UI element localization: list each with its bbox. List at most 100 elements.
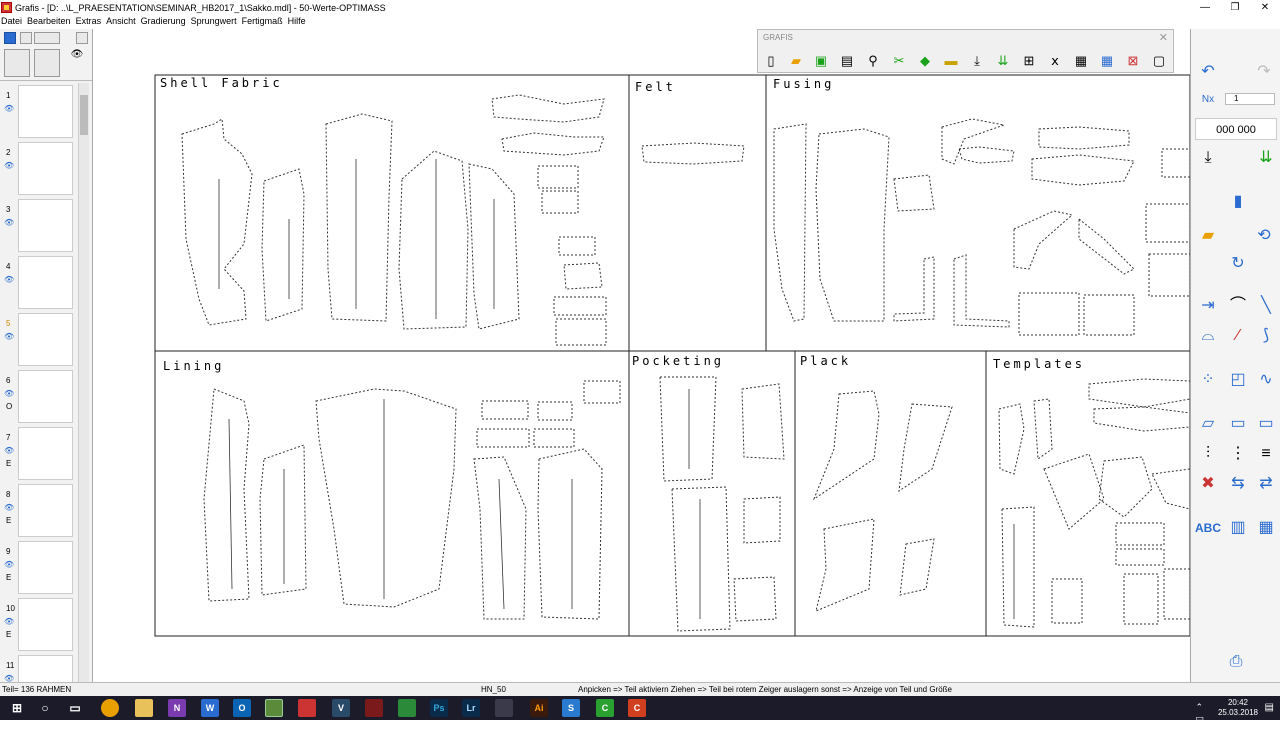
nx-field[interactable]: 1 bbox=[1225, 93, 1275, 105]
thumbnail-item[interactable]: 1 👁 bbox=[0, 83, 80, 140]
menu-ansicht[interactable]: Ansicht bbox=[105, 15, 140, 28]
minimize-button[interactable]: — bbox=[1190, 0, 1220, 15]
visibility-eye-icon[interactable]: 👁 bbox=[4, 218, 14, 227]
zoom-icon[interactable]: ⚲ bbox=[862, 51, 884, 71]
layers-icon[interactable] bbox=[34, 32, 60, 44]
text-abc-icon[interactable]: ABC bbox=[1195, 515, 1221, 541]
ruler-icon[interactable]: ▬ bbox=[940, 51, 962, 71]
word-icon[interactable]: W bbox=[201, 699, 219, 717]
thumbnail-item[interactable]: 2 👁 bbox=[0, 140, 80, 197]
arc-icon[interactable]: ⌓ bbox=[1195, 323, 1221, 349]
app-v-icon[interactable]: V bbox=[332, 699, 350, 717]
thumbnail-item[interactable]: 3 👁 bbox=[0, 197, 80, 254]
visibility-eye-icon[interactable]: 👁 bbox=[4, 503, 14, 512]
app-gray-icon[interactable] bbox=[495, 699, 513, 717]
thumbnail-preview[interactable] bbox=[18, 427, 73, 480]
visibility-eye-icon[interactable]: 👁 bbox=[4, 275, 14, 284]
download-icon[interactable]: ⤓ bbox=[966, 51, 988, 71]
menu-gradierung[interactable]: Gradierung bbox=[140, 15, 190, 28]
line-icon[interactable]: ╲ bbox=[1253, 293, 1279, 319]
menu-sprungwert[interactable]: Sprungwert bbox=[190, 15, 241, 28]
thumbnail-item[interactable]: 6 👁 O bbox=[0, 368, 80, 425]
undo-icon[interactable]: ↶ bbox=[1195, 59, 1221, 85]
windows-start-icon[interactable]: ⊞ bbox=[8, 699, 26, 717]
thumbnail-preview[interactable] bbox=[18, 598, 73, 651]
plotter-icon[interactable]: ⎙ bbox=[1223, 649, 1249, 675]
delete-icon[interactable]: ⊠ bbox=[1122, 51, 1144, 71]
thumbnail-preview[interactable] bbox=[18, 256, 73, 309]
seam-icon[interactable]: ⫶ bbox=[1195, 441, 1221, 467]
print-icon[interactable]: ▤ bbox=[836, 51, 858, 71]
app-c-red-icon[interactable]: C bbox=[628, 699, 646, 717]
thumbnail-scrollbar[interactable] bbox=[78, 83, 89, 709]
open-folder-icon[interactable]: ▰ bbox=[785, 51, 807, 71]
save-icon[interactable]: ▣ bbox=[810, 51, 832, 71]
piece-icon[interactable]: ◆ bbox=[914, 51, 936, 71]
new-file-icon[interactable]: ▯ bbox=[760, 51, 782, 71]
nx-icon[interactable]: Nx bbox=[1195, 87, 1221, 113]
explorer-icon[interactable] bbox=[135, 699, 153, 717]
notch-icon[interactable]: ⋮ bbox=[1225, 441, 1251, 467]
thumbnail-preview[interactable] bbox=[18, 484, 73, 537]
thumbnail-preview[interactable] bbox=[18, 370, 73, 423]
table-icon[interactable]: ⊞ bbox=[1018, 51, 1040, 71]
visibility-eye-icon[interactable]: 👁 bbox=[4, 446, 14, 455]
onenote-icon[interactable]: N bbox=[168, 699, 186, 717]
chrome-icon[interactable] bbox=[101, 699, 119, 717]
spline-icon[interactable]: ∿ bbox=[1253, 367, 1279, 393]
thumbnail-preview[interactable] bbox=[18, 541, 73, 594]
scroll-thumb[interactable] bbox=[80, 95, 88, 135]
menu-extras[interactable]: Extras bbox=[75, 15, 106, 28]
cut-line-icon[interactable]: ⁄ bbox=[1225, 323, 1251, 349]
curve-icon[interactable]: ⌒ bbox=[1225, 293, 1251, 319]
visibility-eye-icon[interactable]: 👁 bbox=[4, 389, 14, 398]
app-red-icon[interactable] bbox=[298, 699, 316, 717]
thumbnail-item[interactable]: 4 👁 bbox=[0, 254, 80, 311]
layout-icon[interactable]: ▦ bbox=[1253, 515, 1279, 541]
download-all-icon[interactable]: ⇊ bbox=[992, 51, 1014, 71]
figure-select-icon[interactable] bbox=[34, 49, 60, 77]
tray-icons[interactable]: ⌃ ▭ ◖ ⌵ bbox=[1196, 702, 1205, 745]
acrobat-icon[interactable] bbox=[365, 699, 383, 717]
x-table-icon[interactable]: ⅹ bbox=[1044, 51, 1066, 71]
piece-b-icon[interactable]: ▭ bbox=[1225, 411, 1251, 437]
restore-button[interactable]: ❐ bbox=[1220, 0, 1250, 15]
toolbar-close-button[interactable]: ✕ bbox=[1159, 31, 1168, 44]
menu-datei[interactable]: Datei bbox=[0, 15, 26, 28]
flip-icon[interactable]: ⇄ bbox=[1253, 471, 1279, 497]
grid-icon[interactable] bbox=[20, 32, 32, 44]
illustrator-icon[interactable]: Ai bbox=[530, 699, 548, 717]
folder-icon[interactable]: ▰ bbox=[1195, 223, 1221, 249]
refresh-icon[interactable]: ↻ bbox=[1225, 251, 1251, 277]
thumbnail-preview[interactable] bbox=[18, 199, 73, 252]
notification-icon[interactable]: ▤ bbox=[1265, 702, 1274, 713]
add-icon[interactable] bbox=[4, 32, 16, 44]
menu-fertigmass[interactable]: Fertigmaß bbox=[241, 15, 287, 28]
pattern-canvas[interactable]: Shell Fabric Felt Fusing Lining Pocketin… bbox=[94, 29, 1190, 681]
thumbnail-preview[interactable] bbox=[18, 313, 73, 366]
f12-icon[interactable]: ▦ bbox=[1096, 51, 1118, 71]
lightroom-icon[interactable]: Lr bbox=[462, 699, 480, 717]
thumbnail-item[interactable]: 10 👁 E bbox=[0, 596, 80, 653]
visibility-eye-icon[interactable]: 👁 bbox=[4, 161, 14, 170]
double-arrow-down-icon[interactable]: ⇊ bbox=[1253, 145, 1279, 171]
task-view-icon[interactable]: ▭ bbox=[66, 699, 84, 717]
search-icon[interactable]: ○ bbox=[36, 699, 54, 717]
bezier-icon[interactable]: ⟆ bbox=[1253, 323, 1279, 349]
grafis-taskbar-icon[interactable] bbox=[265, 699, 283, 717]
redo-icon[interactable]: ↷ bbox=[1251, 59, 1277, 85]
thumbnail-item[interactable]: 7 👁 E bbox=[0, 425, 80, 482]
skype-icon[interactable]: S bbox=[562, 699, 580, 717]
close-button[interactable]: ✕ bbox=[1250, 0, 1280, 15]
visibility-eye-icon[interactable]: 👁 bbox=[4, 332, 14, 341]
f11-icon[interactable]: ▦ bbox=[1070, 51, 1092, 71]
figure-icon[interactable] bbox=[4, 49, 30, 77]
thumbnail-preview[interactable] bbox=[18, 85, 73, 138]
rotate-icon[interactable]: ⟲ bbox=[1251, 223, 1277, 249]
eye-icon[interactable]: 👁 bbox=[66, 49, 88, 77]
delete-piece-icon[interactable]: ✖ bbox=[1195, 471, 1221, 497]
garment-icon[interactable]: ▥ bbox=[1225, 515, 1251, 541]
thumbnail-item[interactable]: 5 👁 bbox=[0, 311, 80, 368]
mirror-icon[interactable]: ⇆ bbox=[1225, 471, 1251, 497]
shape-icon[interactable]: ◰ bbox=[1225, 367, 1251, 393]
